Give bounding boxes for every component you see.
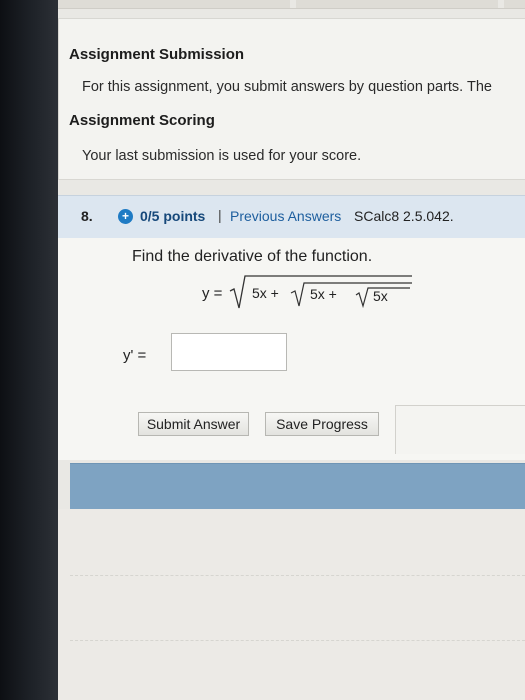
assignment-submission-text: For this assignment, you submit answers … — [82, 79, 492, 95]
save-progress-button[interactable]: Save Progress — [265, 412, 379, 436]
question-source: SCalc8 2.5.042. — [354, 208, 454, 224]
function-equation: y = 5x + 5x + 5x — [202, 275, 412, 309]
assignment-submission-heading: Assignment Submission — [69, 46, 245, 63]
equation-term3: 5x — [373, 288, 388, 304]
header-separator: | — [218, 207, 222, 223]
equation-lhs: y = — [202, 285, 223, 302]
panel-outline — [395, 405, 525, 454]
previous-answers-link[interactable]: Previous Answers — [230, 208, 341, 224]
answer-label: y' = — [123, 347, 147, 364]
divider-line — [70, 575, 525, 576]
equation-term1: 5x + — [252, 285, 279, 301]
top-divider — [58, 0, 525, 9]
equation-term2: 5x + — [310, 286, 337, 302]
answer-input[interactable] — [171, 333, 287, 371]
divider-line — [70, 640, 525, 641]
question-number: 8. — [81, 208, 93, 224]
assignment-scoring-heading: Assignment Scoring — [69, 112, 215, 129]
lower-page-area — [58, 509, 525, 700]
question-points: 0/5 points — [140, 208, 206, 224]
assignment-scoring-text: Your last submission is used for your sc… — [82, 148, 362, 164]
assignment-info-panel: Assignment Submission For this assignmen… — [58, 18, 525, 180]
blue-question-bar — [70, 463, 525, 510]
screen-bezel — [0, 0, 58, 700]
question-prompt: Find the derivative of the function. — [132, 248, 373, 265]
submit-answer-button[interactable]: Submit Answer — [138, 412, 249, 436]
expand-plus-icon[interactable]: + — [118, 209, 133, 224]
question-header: 8. + 0/5 points | Previous Answers SCalc… — [58, 195, 525, 239]
